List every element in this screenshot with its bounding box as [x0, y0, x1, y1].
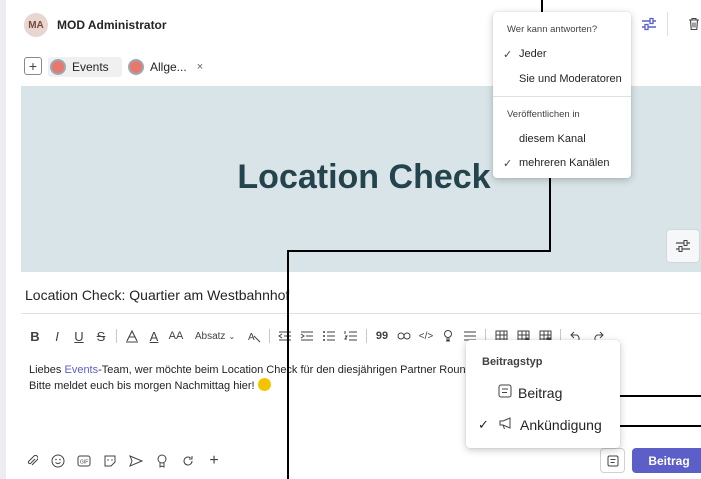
emoji-icon[interactable]: [50, 453, 66, 469]
chevron-down-icon: ⌄: [228, 331, 236, 341]
smile-emoji-icon: [257, 378, 271, 391]
remove-chip-icon[interactable]: ×: [197, 61, 203, 73]
reply-settings-menu: Wer kann antworten? ✓ Jeder Sie und Mode…: [493, 12, 631, 178]
channel-chip-label: Events: [72, 60, 109, 74]
channel-chip-events[interactable]: Events: [48, 57, 122, 77]
bold-button[interactable]: B: [24, 326, 46, 346]
delete-icon[interactable]: [686, 15, 701, 33]
subject-field[interactable]: Location Check: Quartier am Westbahnhof: [25, 287, 289, 303]
callout-line: [620, 425, 701, 427]
divider: [21, 313, 701, 314]
message-body[interactable]: Liebes Events-Team, wer möchte beim Loca…: [29, 362, 492, 394]
increase-indent-icon[interactable]: [296, 326, 318, 346]
decrease-indent-icon[interactable]: [274, 326, 296, 346]
avatar: MA: [24, 13, 48, 37]
callout-line: [287, 250, 551, 252]
channel-chip-label: Allge...: [150, 60, 187, 74]
underline-button[interactable]: U: [68, 326, 90, 346]
checkmark-icon: ✓: [478, 417, 489, 432]
toolbar-separator: [116, 329, 117, 343]
toolbar-separator: [366, 329, 367, 343]
add-channel-button[interactable]: +: [24, 57, 42, 75]
bullet-list-icon[interactable]: [318, 326, 340, 346]
link-icon[interactable]: [393, 326, 415, 346]
post-icon: [498, 384, 512, 401]
numbered-list-icon[interactable]: [340, 326, 362, 346]
italic-button[interactable]: I: [46, 326, 68, 346]
menu-item-post[interactable]: Beitrag: [498, 384, 562, 401]
message-line-1: Liebes Events-Team, wer möchte beim Loca…: [29, 364, 493, 376]
menu-heading: Wer kann antworten?: [507, 24, 598, 35]
paragraph-label: Absatz: [194, 330, 226, 342]
menu-heading: Beitragstyp: [482, 356, 543, 368]
menu-divider: [493, 96, 631, 97]
menu-heading: Veröffentlichen in: [507, 109, 580, 120]
strikethrough-button[interactable]: S: [90, 326, 112, 346]
menu-item-announcement[interactable]: Ankündigung: [498, 416, 602, 433]
post-button[interactable]: Beitrag: [632, 448, 701, 473]
menu-item-moderators[interactable]: Sie und Moderatoren: [519, 73, 622, 85]
toolbar-separator: [269, 329, 270, 343]
callout-line: [620, 395, 701, 397]
svg-text:GIF: GIF: [80, 460, 88, 466]
header-divider: [667, 12, 668, 36]
compose-actions: GIF +: [24, 452, 222, 470]
code-icon[interactable]: </>: [415, 326, 437, 346]
font-color-button[interactable]: A: [143, 326, 165, 346]
callout-line: [549, 178, 551, 252]
quote-button[interactable]: 99: [371, 326, 393, 346]
megaphone-icon: [498, 416, 514, 433]
post-type-icon[interactable]: [600, 448, 625, 473]
checkmark-icon: ✓: [503, 49, 513, 61]
channel-mention-link[interactable]: Events: [64, 364, 98, 376]
sticker-icon[interactable]: [102, 453, 118, 469]
channel-chip-allgemein[interactable]: Allge... ×: [126, 57, 209, 77]
menu-item-jeder[interactable]: Jeder: [519, 48, 547, 60]
settings-sliders-icon[interactable]: [640, 15, 658, 33]
highlight-icon[interactable]: [121, 326, 143, 346]
menu-item-this-channel[interactable]: diesem Kanal: [519, 133, 586, 145]
svg-text:A: A: [248, 332, 255, 343]
callout-line: [287, 250, 289, 479]
attach-icon[interactable]: [24, 453, 40, 469]
lightbulb-icon[interactable]: [437, 326, 459, 346]
post-type-menu: Beitragstyp Beitrag ✓ Ankündigung: [466, 340, 620, 448]
clear-format-icon[interactable]: A: [243, 326, 265, 346]
send-later-icon[interactable]: [128, 453, 144, 469]
loop-icon[interactable]: [180, 453, 196, 469]
more-apps-icon[interactable]: +: [206, 452, 222, 469]
author-name: MOD Administrator: [57, 18, 167, 32]
font-size-button[interactable]: AA: [165, 326, 187, 346]
message-line-2: Bitte meldet euch bis morgen Nachmittag …: [29, 378, 492, 394]
banner-settings-icon[interactable]: [666, 229, 700, 263]
checkmark-icon: ✓: [503, 158, 513, 170]
menu-item-multiple-channels[interactable]: mehreren Kanälen: [519, 157, 610, 169]
channel-avatar-icon: [50, 59, 66, 75]
gif-icon[interactable]: GIF: [76, 453, 92, 469]
paragraph-dropdown[interactable]: Absatz ⌄: [187, 331, 243, 342]
callout-line: [541, 0, 543, 12]
praise-icon[interactable]: [154, 453, 170, 469]
channel-avatar-icon: [128, 59, 144, 75]
